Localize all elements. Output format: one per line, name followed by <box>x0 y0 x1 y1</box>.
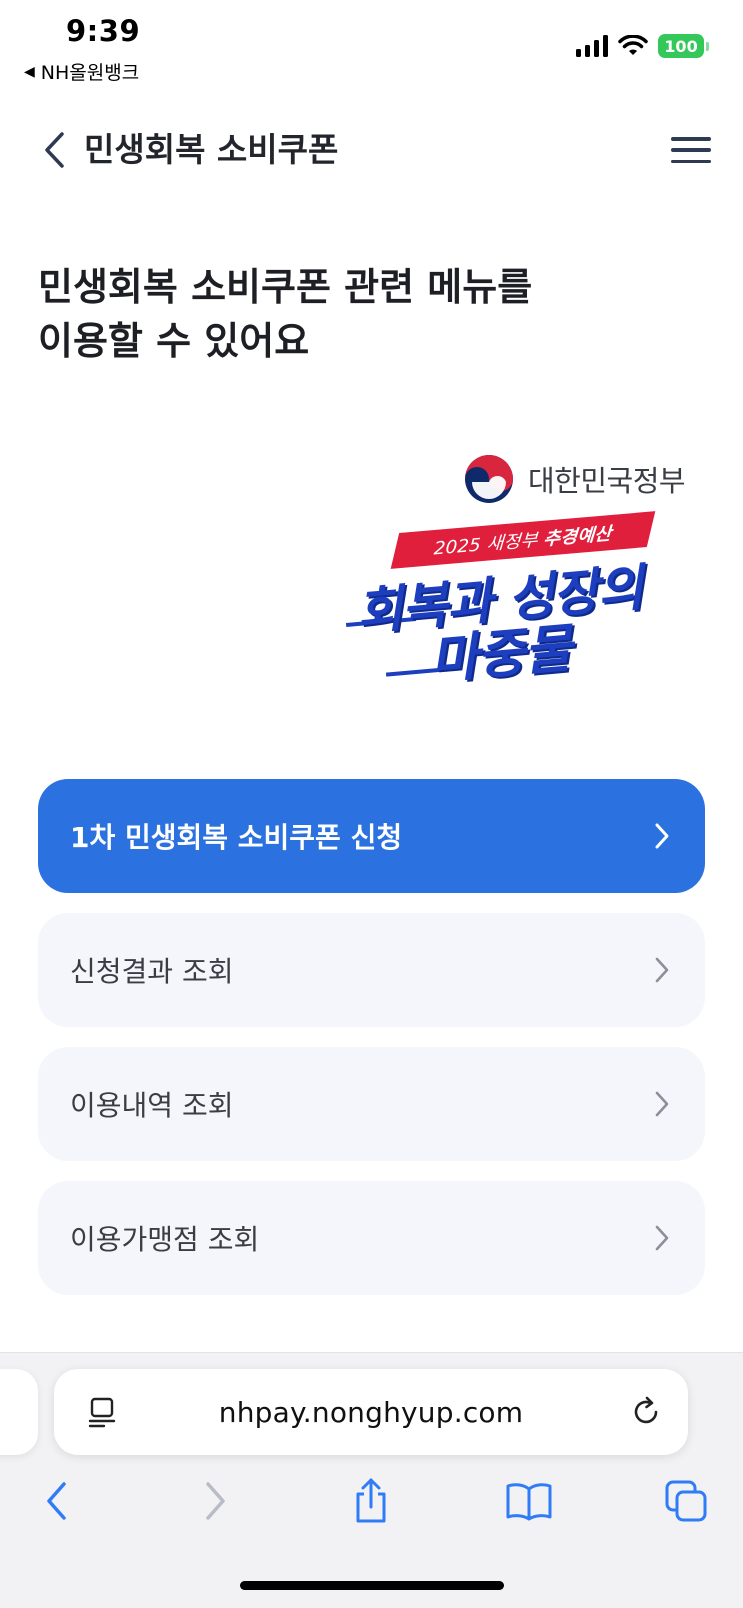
page-header: 민생회복 소비쿠폰 <box>0 110 743 190</box>
campaign-banner: 2025 새정부 추경예산 회복과 성장의 마중물 <box>345 511 686 692</box>
browser-bottom-bar: nhpay.nonghyup.com <box>0 1352 743 1608</box>
status-bar: 9:39 ◀ NH올원뱅크 100 <box>0 0 743 90</box>
share-icon <box>356 1478 386 1523</box>
chevron-left-icon <box>45 132 64 168</box>
chevron-right-icon <box>651 1223 673 1253</box>
merchant-search-button[interactable]: 이용가맹점 조회 <box>38 1181 705 1295</box>
url-text: nhpay.nonghyup.com <box>218 1395 524 1429</box>
campaign-slogan-line-2: 마중물 <box>428 618 574 691</box>
apply-coupon-button[interactable]: 1차 민생회복 소비쿠폰 신청 <box>38 779 705 893</box>
intro-heading: 민생회복 소비쿠폰 관련 메뉴를 이용할 수 있어요 <box>38 260 678 368</box>
ribbon-emphasis: 추경예산 <box>543 523 613 550</box>
intro-line-2: 이용할 수 있어요 <box>38 319 310 363</box>
menu-item-label: 1차 민생회복 소비쿠폰 신청 <box>70 821 403 854</box>
bookmarks-button[interactable] <box>499 1471 559 1531</box>
browser-toolbar <box>0 1471 743 1539</box>
address-bar[interactable]: nhpay.nonghyup.com <box>54 1369 688 1455</box>
tabs-icon <box>665 1480 707 1522</box>
menu-item-label: 이용내역 조회 <box>70 1089 234 1122</box>
government-name: 대한민국정부 <box>528 464 686 498</box>
battery-icon: 100 <box>658 34 709 58</box>
book-icon <box>506 1483 552 1521</box>
usage-history-button[interactable]: 이용내역 조회 <box>38 1047 705 1161</box>
application-result-button[interactable]: 신청결과 조회 <box>38 913 705 1027</box>
coupon-menu-list: 1차 민생회복 소비쿠폰 신청 신청결과 조회 이용내역 조회 이용가맹점 조회 <box>38 779 705 1315</box>
previous-tab-preview[interactable] <box>0 1369 38 1455</box>
battery-level: 100 <box>658 34 704 58</box>
browser-back-button[interactable] <box>26 1471 86 1531</box>
taegeuk-emblem-icon <box>465 455 513 503</box>
hamburger-menu-button[interactable] <box>671 130 711 170</box>
share-button[interactable] <box>341 1471 401 1531</box>
chevron-right-icon <box>651 1089 673 1119</box>
back-to-app-link[interactable]: ◀ NH올원뱅크 <box>24 58 139 85</box>
ribbon-prefix: 2025 새정부 <box>433 529 539 560</box>
status-time: 9:39 <box>66 14 141 48</box>
reload-icon[interactable] <box>628 1394 664 1430</box>
government-logo: 대한민국정부 <box>462 452 686 506</box>
chevron-right-icon <box>206 1482 225 1520</box>
back-triangle-icon: ◀ <box>24 63 35 80</box>
status-icons: 100 <box>576 34 709 58</box>
chevron-right-icon <box>651 955 673 985</box>
back-app-label: NH올원뱅크 <box>40 62 140 84</box>
page-title: 민생회복 소비쿠폰 <box>84 130 339 169</box>
wifi-icon <box>618 35 648 55</box>
menu-item-label: 신청결과 조회 <box>70 955 234 988</box>
cellular-signal-icon <box>576 35 608 57</box>
back-button[interactable] <box>34 128 74 172</box>
tabs-button[interactable] <box>656 1471 716 1531</box>
menu-item-label: 이용가맹점 조회 <box>70 1223 260 1256</box>
intro-line-1: 민생회복 소비쿠폰 관련 메뉴를 <box>38 265 533 309</box>
home-indicator <box>240 1581 504 1590</box>
browser-forward-button[interactable] <box>186 1471 246 1531</box>
chevron-right-icon <box>651 821 673 851</box>
chevron-left-icon <box>47 1482 66 1520</box>
